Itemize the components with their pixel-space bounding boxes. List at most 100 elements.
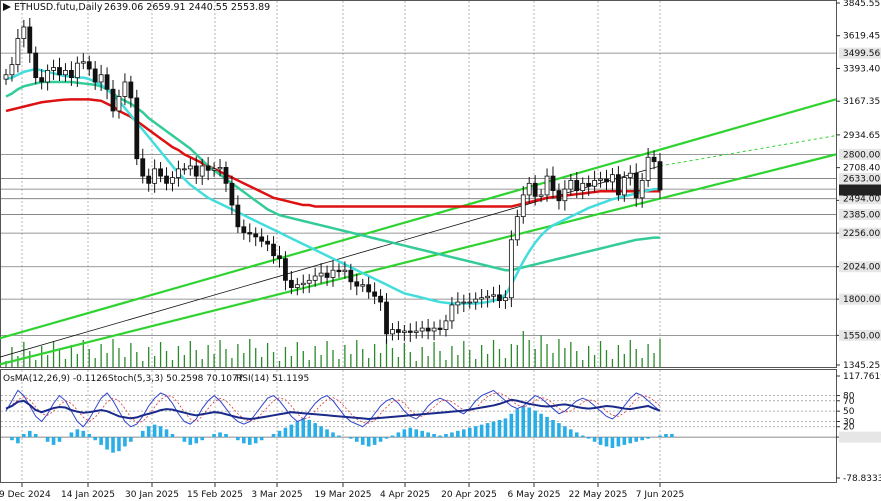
- candle-body: [461, 301, 467, 304]
- candle-body: [86, 61, 92, 70]
- candle-body: [288, 279, 294, 288]
- osma-bar: [146, 426, 151, 438]
- indicator-tick-label: 117.7619: [843, 372, 881, 382]
- candle-body: [390, 329, 395, 335]
- osma-bar: [33, 433, 38, 438]
- price-tick-label: 3845.55: [843, 0, 880, 9]
- x-tick-label: 15 Feb 2025: [187, 490, 243, 500]
- candle-body: [247, 232, 253, 235]
- osma-bar: [646, 437, 650, 439]
- osma-bar: [253, 437, 258, 444]
- x-tick-label: 7 Jun 2025: [636, 490, 684, 500]
- osma-bar: [170, 433, 175, 438]
- osma-bar: [182, 437, 187, 442]
- candle-body: [407, 330, 413, 333]
- level-tag-label: 2494.00: [843, 195, 880, 205]
- candle-body: [651, 156, 657, 163]
- candle-body: [562, 188, 568, 202]
- osma-bar: [670, 433, 674, 438]
- candle-body: [193, 165, 199, 177]
- price-tick-label: 1345.25: [843, 361, 880, 371]
- osma-bar: [396, 432, 401, 438]
- osma-bar: [420, 430, 424, 438]
- osma-bar: [22, 433, 26, 438]
- osma-bar: [158, 426, 163, 438]
- candle-body: [532, 182, 538, 197]
- candle-body: [205, 165, 211, 171]
- osma-label: OsMA(12,26,9) -0.1126: [3, 374, 108, 384]
- osma-bar: [242, 437, 246, 444]
- candle-body: [372, 291, 378, 297]
- osma-bar: [349, 437, 353, 439]
- candle-body: [491, 294, 496, 297]
- osma-bar: [331, 432, 335, 438]
- indicator-panel-frame: [0, 369, 837, 483]
- rsi-label: RSI(14) 51.1195: [236, 374, 309, 384]
- x-tick-label: 30 Jan 2025: [125, 490, 179, 500]
- osma-bar: [384, 437, 389, 439]
- level-tag-label: 3499.56: [843, 49, 880, 59]
- indicator-tick-label: 20: [843, 423, 855, 433]
- osma-bar: [456, 430, 460, 438]
- candle-body: [479, 297, 485, 300]
- osma-bar: [277, 430, 282, 438]
- osma-bar: [527, 407, 531, 438]
- osma-bar: [194, 437, 199, 444]
- x-tick-label: 29 Dec 2024: [0, 490, 51, 500]
- candle-body: [283, 258, 288, 281]
- candle-body: [550, 175, 556, 191]
- osma-bar: [616, 437, 621, 447]
- candle-body: [336, 269, 342, 273]
- level-tag-label: 2024.00: [843, 263, 880, 273]
- candle-body: [140, 158, 146, 177]
- osma-bar: [557, 423, 561, 438]
- osma-bar: [360, 437, 365, 445]
- candle-body: [538, 194, 544, 197]
- osma-bar: [289, 424, 294, 438]
- osma-bar: [563, 426, 567, 438]
- candle-body: [348, 269, 354, 283]
- osma-bar: [574, 432, 579, 438]
- trend-channel: [0, 98, 837, 366]
- candle-body: [176, 168, 181, 178]
- candle-body: [360, 284, 366, 287]
- x-tick-label: 14 Jan 2025: [61, 490, 115, 500]
- osma-bar: [212, 433, 216, 438]
- osma-bar: [438, 435, 442, 438]
- candle-body: [271, 243, 276, 257]
- osma-bar: [188, 437, 193, 445]
- candle-body: [277, 255, 282, 260]
- candle-body: [598, 178, 603, 181]
- current-price-tag: [839, 184, 881, 196]
- price-tick-label: 3167.35: [843, 97, 880, 107]
- candle-body: [33, 52, 39, 79]
- candle-body: [419, 327, 425, 332]
- candle-body: [633, 172, 639, 199]
- price-chart[interactable]: 3845.55 3619.45 3393.40 3167.35 2934.65 2708.…: [0, 0, 881, 501]
- candle-body: [253, 233, 259, 238]
- candle-body: [27, 26, 33, 54]
- osma-bar: [295, 421, 300, 438]
- candle-body: [312, 275, 318, 281]
- osma-bar: [325, 429, 329, 438]
- osma-bar: [200, 437, 204, 441]
- osma-bar: [123, 437, 127, 447]
- osma-bar: [426, 432, 430, 438]
- osma-bar: [140, 430, 145, 438]
- osma-bar: [129, 437, 133, 442]
- candle-body: [657, 161, 663, 191]
- stoch-label: Stoch(5,3,3) 50.2598 70.1077: [108, 374, 243, 384]
- osma-bar: [87, 433, 92, 438]
- date-axis: 29 Dec 2024 14 Jan 2025 30 Jan 2025 15 Feb …: [0, 483, 684, 500]
- x-tick-label: 19 Mar 2025: [314, 490, 371, 500]
- candle-body: [592, 180, 597, 187]
- candle-body: [497, 294, 502, 302]
- candle-body: [395, 329, 401, 333]
- rsi-line: [5, 398, 661, 420]
- osma-bar: [634, 437, 639, 442]
- osma-bar: [81, 430, 86, 438]
- osma-bar: [586, 437, 591, 439]
- osma-bar: [10, 437, 14, 441]
- osma-bar: [105, 437, 109, 450]
- osma-bar: [247, 437, 252, 445]
